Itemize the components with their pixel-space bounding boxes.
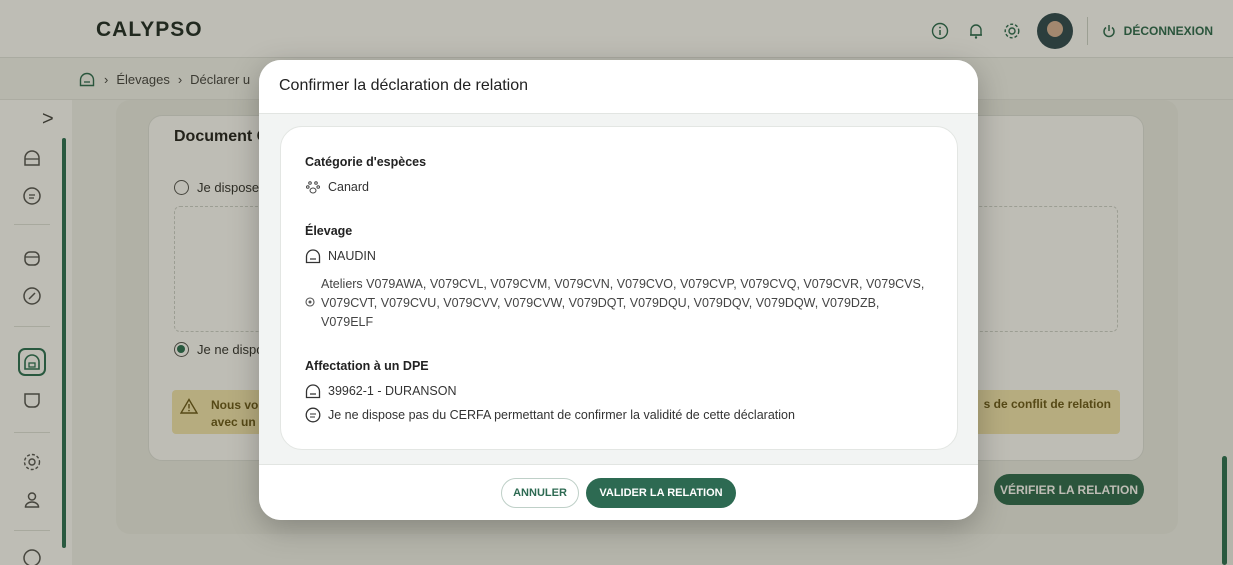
species-value: Canard — [328, 180, 369, 194]
farm-icon — [305, 249, 321, 264]
validate-relation-button[interactable]: VALIDER LA RELATION — [586, 478, 736, 508]
modal-header: Confirmer la déclaration de relation — [259, 60, 978, 114]
dpe-label: Affectation à un DPE — [305, 359, 429, 373]
modal-footer: ANNULER VALIDER LA RELATION — [259, 464, 978, 520]
cerfa-row: Je ne dispose pas du CERFA permettant de… — [305, 407, 795, 423]
cancel-button[interactable]: ANNULER — [501, 478, 579, 508]
species-label: Catégorie d'espèces — [305, 155, 427, 169]
cerfa-note: Je ne dispose pas du CERFA permettant de… — [328, 408, 795, 422]
modal-title: Confirmer la déclaration de relation — [279, 77, 529, 94]
dpe-row: 39962-1 - DURANSON — [305, 383, 457, 399]
elevage-label: Élevage — [305, 224, 353, 238]
modal-summary-card: Catégorie d'espèces Canard Élevage NAUDI… — [280, 126, 958, 450]
species-row: Canard — [305, 179, 369, 195]
paw-icon — [306, 181, 320, 194]
elevage-name: NAUDIN — [328, 249, 376, 263]
elevage-row: NAUDIN — [305, 248, 376, 264]
dpe-value: 39962-1 - DURANSON — [328, 384, 457, 398]
confirm-relation-modal: Confirmer la déclaration de relation Cat… — [259, 60, 978, 520]
dpe-icon — [305, 384, 321, 399]
ateliers-list: Ateliers V079AWA, V079CVL, V079CVM, V079… — [321, 277, 925, 329]
document-icon — [305, 407, 321, 423]
atelier-icon — [305, 297, 315, 307]
